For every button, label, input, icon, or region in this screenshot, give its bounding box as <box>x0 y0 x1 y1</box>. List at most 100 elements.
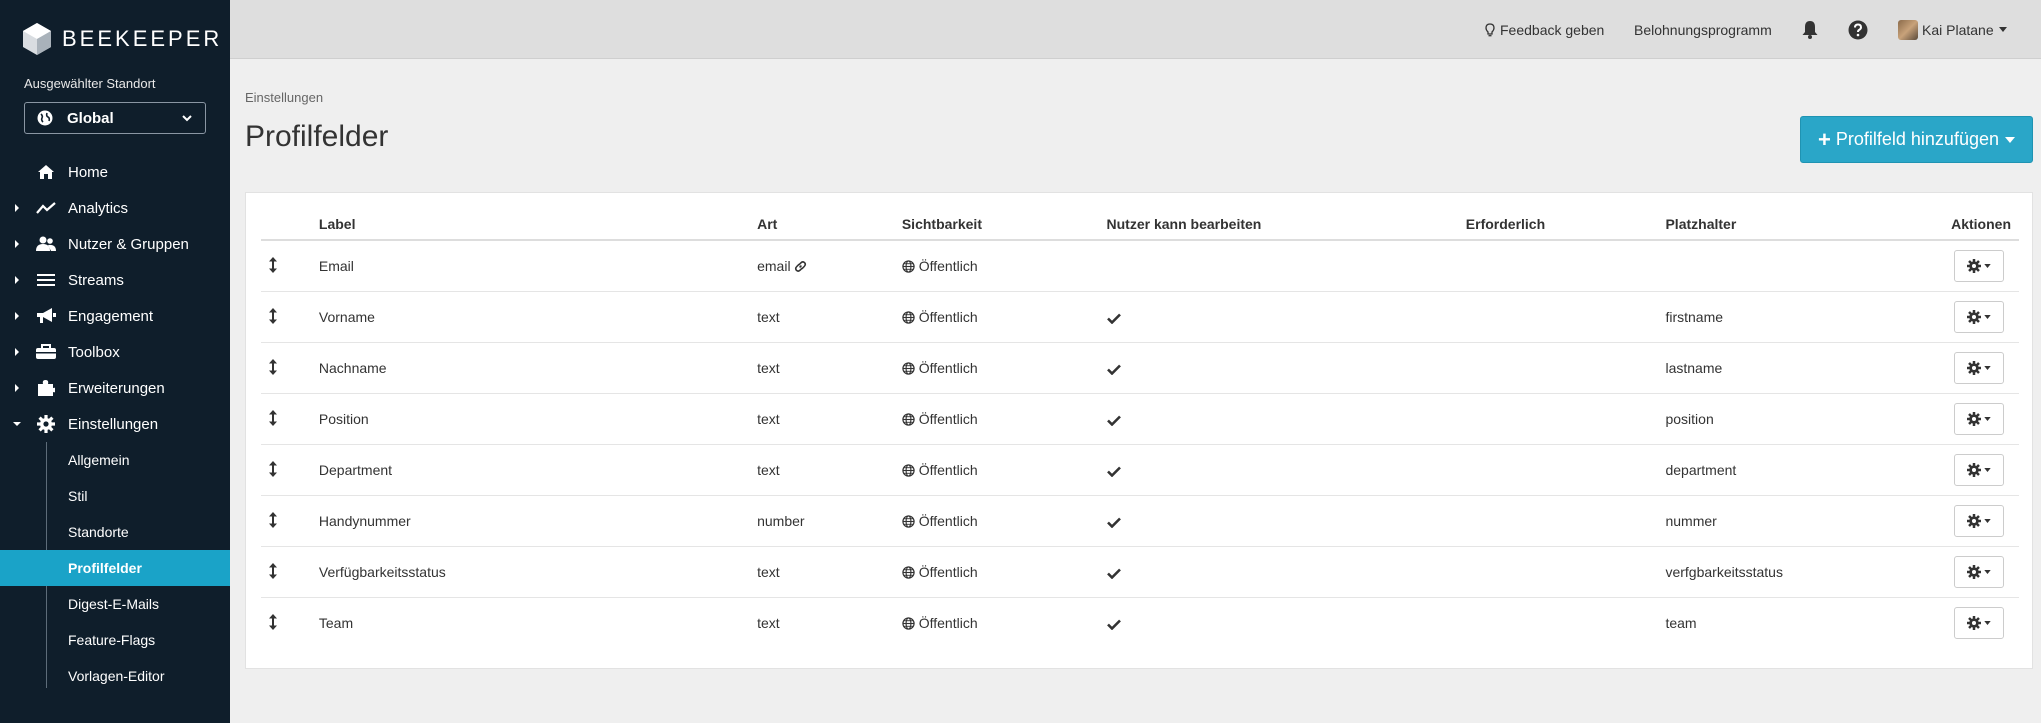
row-actions-button[interactable] <box>1954 606 2004 639</box>
check-icon <box>1106 462 1121 478</box>
sidebar-item-extensions[interactable]: Erweiterungen <box>0 370 230 406</box>
drag-handle-icon[interactable] <box>269 512 277 529</box>
gear-icon <box>1967 411 1981 426</box>
megaphone-icon <box>36 306 56 326</box>
sidebar-item-analytics[interactable]: Analytics <box>0 190 230 226</box>
location-select[interactable]: Global <box>24 102 206 134</box>
table-row: Nachname text Öffentlich lastname <box>261 342 2019 394</box>
location-label: Ausgewählter Standort <box>24 76 156 91</box>
gear-icon <box>1967 360 1981 375</box>
field-placeholder: lastname <box>1665 359 1723 376</box>
field-type: number <box>757 512 805 529</box>
row-actions-button[interactable] <box>1954 504 2004 537</box>
field-visibility: Öffentlich <box>918 359 978 376</box>
drag-handle-icon[interactable] <box>269 563 277 580</box>
chart-line-icon <box>36 198 56 218</box>
row-actions-button[interactable] <box>1954 351 2004 384</box>
drag-handle-icon[interactable] <box>269 410 277 427</box>
field-visibility: Öffentlich <box>918 563 978 580</box>
location-value: Global <box>67 109 114 127</box>
field-visibility: Öffentlich <box>918 410 978 427</box>
table-row: Verfügbarkeitsstatus text Öffentlich ver… <box>261 546 2019 598</box>
field-label: Position <box>318 410 369 427</box>
submenu-item-general[interactable]: Allgemein <box>0 442 230 478</box>
sidebar-item-users[interactable]: Nutzer & Gruppen <box>0 226 230 262</box>
notifications-button[interactable] <box>1801 0 1824 59</box>
caret-down-icon <box>1984 467 1991 472</box>
users-icon <box>36 234 56 254</box>
sidebar-item-label: Streams <box>68 271 124 289</box>
header-placeholder[interactable]: Platzhalter <box>1665 208 1952 241</box>
field-type: text <box>757 410 780 427</box>
field-placeholder: position <box>1665 410 1714 427</box>
submenu-item-profile-fields[interactable]: Profilfelder <box>0 550 230 586</box>
submenu-item-feature-flags[interactable]: Feature-Flags <box>0 622 230 658</box>
user-name: Kai Platane <box>1922 21 1994 38</box>
beekeeper-logo-icon <box>23 23 51 55</box>
field-visibility: Öffentlich <box>918 614 978 631</box>
feedback-link[interactable]: Feedback geben <box>1485 0 1604 59</box>
globe-icon <box>902 564 915 580</box>
header-required[interactable]: Erforderlich <box>1465 208 1666 241</box>
sidebar-item-engagement[interactable]: Engagement <box>0 298 230 334</box>
row-actions-button[interactable] <box>1954 555 2004 588</box>
drag-handle-icon[interactable] <box>269 461 277 478</box>
field-placeholder: firstname <box>1665 308 1724 325</box>
plus-icon: + <box>1818 126 1831 152</box>
submenu-item-template-editor[interactable]: Vorlagen-Editor <box>0 658 230 694</box>
row-actions-button[interactable] <box>1954 453 2004 486</box>
submenu-item-style[interactable]: Stil <box>0 478 230 514</box>
sidebar-item-home[interactable]: Home <box>0 154 230 190</box>
globe-icon <box>902 411 915 427</box>
field-label: Nachname <box>318 359 387 376</box>
toolbox-icon <box>36 342 56 362</box>
globe-icon <box>902 360 915 376</box>
drag-handle-icon[interactable] <box>269 614 277 631</box>
brand[interactable]: BEEKEEPER <box>22 22 222 56</box>
field-placeholder: team <box>1665 614 1697 631</box>
sidebar-item-streams[interactable]: Streams <box>0 262 230 298</box>
table-row: Vorname text Öffentlich firstname <box>261 291 2019 343</box>
caret-right-icon <box>15 348 19 356</box>
table-body: Email email Öffentlich Vorname text Öffe… <box>261 240 2019 648</box>
check-icon <box>1106 615 1121 631</box>
field-type: text <box>757 359 780 376</box>
field-type: text <box>757 461 780 478</box>
field-placeholder: verfgbarkeitsstatus <box>1665 563 1783 580</box>
header-drag <box>261 208 319 241</box>
list-icon <box>36 270 56 290</box>
table-row: Handynummer number Öffentlich nummer <box>261 495 2019 547</box>
drag-handle-icon[interactable] <box>269 257 277 274</box>
breadcrumb[interactable]: Einstellungen <box>245 90 323 105</box>
header-type[interactable]: Art <box>757 208 902 241</box>
submenu-item-digest-emails[interactable]: Digest-E-Mails <box>0 586 230 622</box>
gear-icon <box>1967 513 1981 528</box>
sidebar-item-toolbox[interactable]: Toolbox <box>0 334 230 370</box>
submenu-item-locations[interactable]: Standorte <box>0 514 230 550</box>
field-placeholder: nummer <box>1665 512 1717 529</box>
globe-icon <box>902 615 915 631</box>
rewards-link[interactable]: Belohnungsprogramm <box>1634 0 1772 59</box>
row-actions-button[interactable] <box>1954 402 2004 435</box>
row-actions-button[interactable] <box>1954 249 2004 282</box>
header-visibility[interactable]: Sichtbarkeit <box>901 208 1107 241</box>
header-user-editable[interactable]: Nutzer kann bearbeiten <box>1106 208 1466 241</box>
globe-icon <box>902 309 915 325</box>
help-button[interactable] <box>1848 0 1873 59</box>
sidebar-item-label: Engagement <box>68 307 154 325</box>
add-profile-field-button[interactable]: + Profilfeld hinzufügen <box>1800 116 2033 163</box>
drag-handle-icon[interactable] <box>269 308 277 325</box>
profile-fields-card: Label Art Sichtbarkeit Nutzer kann bearb… <box>245 192 2033 669</box>
home-icon <box>36 162 56 182</box>
user-menu[interactable]: Kai Platane <box>1898 0 2007 59</box>
header-label[interactable]: Label <box>318 208 758 241</box>
field-label: Department <box>318 461 393 478</box>
sidebar-item-settings[interactable]: Einstellungen <box>0 406 230 442</box>
page-title: Profilfelder <box>245 120 389 153</box>
caret-down-icon <box>1984 569 1991 574</box>
caret-down-icon <box>1998 27 2007 32</box>
row-actions-button[interactable] <box>1954 300 2004 333</box>
caret-right-icon <box>15 312 19 320</box>
drag-handle-icon[interactable] <box>269 359 277 376</box>
caret-down-icon <box>1984 365 1991 370</box>
